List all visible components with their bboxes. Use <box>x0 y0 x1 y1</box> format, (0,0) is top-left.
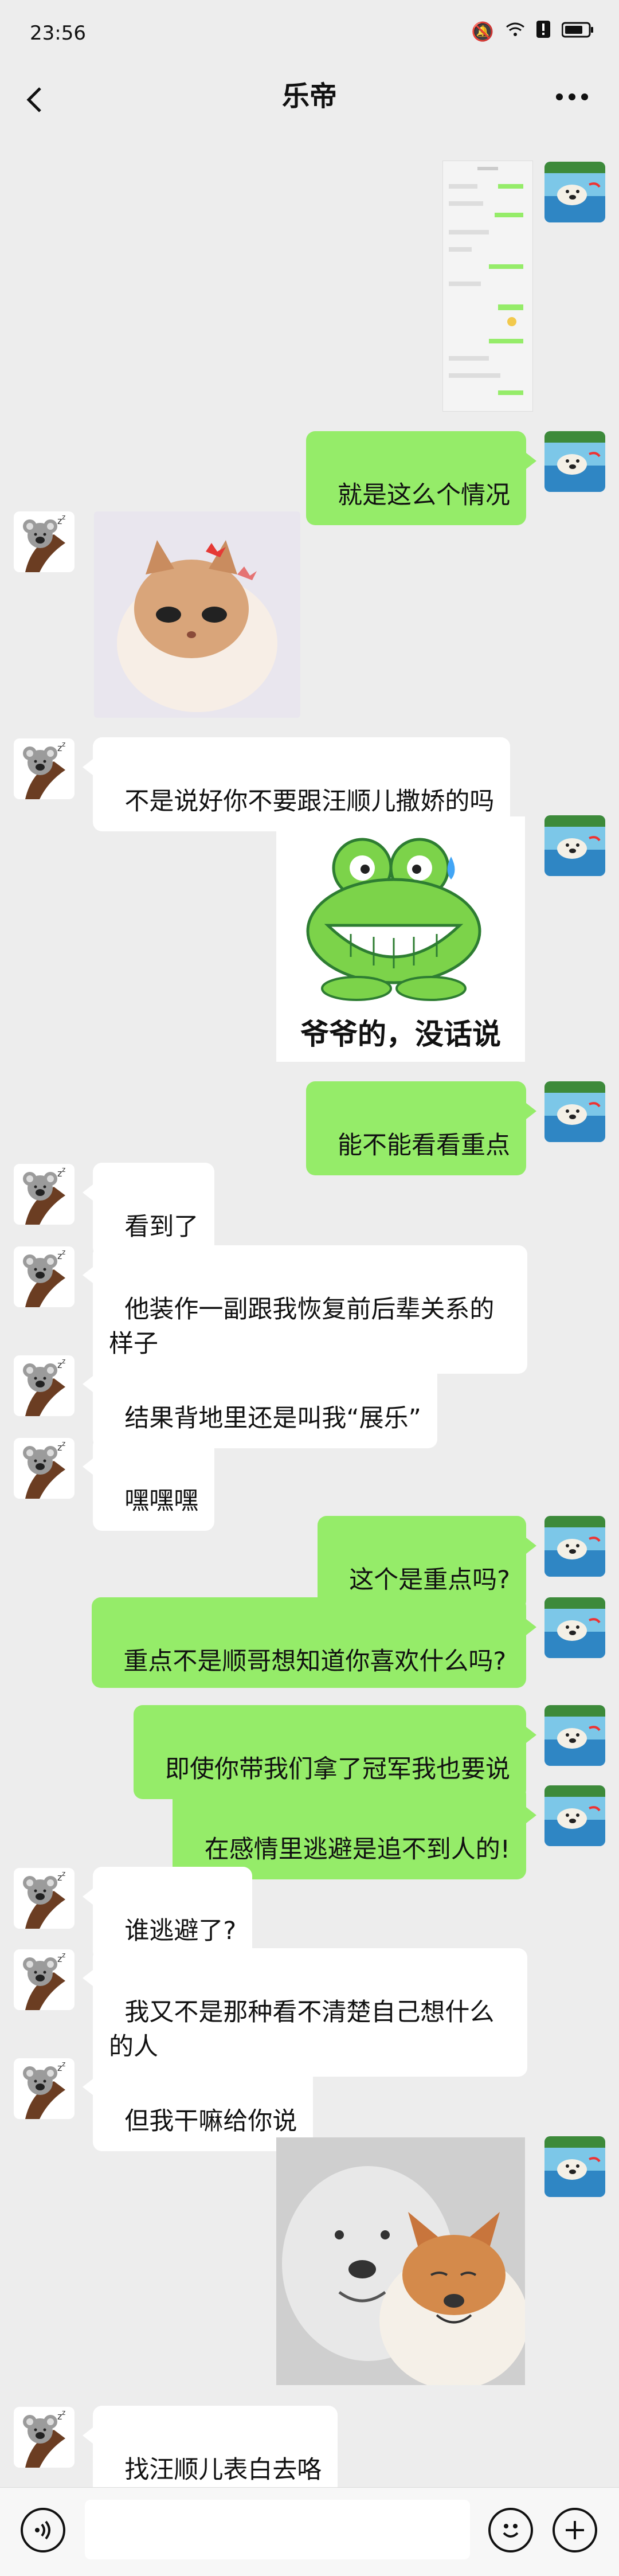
message-text: 我又不是那种看不清楚自己想什么 的人 <box>109 1998 495 2061</box>
alert-icon <box>536 21 550 42</box>
page-title: 乐帝 <box>281 80 337 112</box>
cat-sticker[interactable] <box>94 511 300 718</box>
status-icons: 🔕 <box>471 21 594 42</box>
message-text: 在感情里逃避是追不到人的! <box>204 1835 510 1864</box>
my-avatar[interactable] <box>544 1516 605 1577</box>
status-time: 23:56 <box>30 22 86 45</box>
message-text: 这个是重点吗? <box>349 1566 510 1594</box>
dogs-sticker[interactable] <box>276 2137 525 2385</box>
message-text: 但我干嘛给你说 <box>124 2107 297 2136</box>
contact-avatar[interactable] <box>14 1246 75 1307</box>
message-bubble[interactable]: 找汪顺儿表白去咯 <box>83 2406 338 2500</box>
emoji-icon[interactable] <box>488 2508 533 2552</box>
plus-icon[interactable] <box>553 2508 597 2552</box>
my-avatar[interactable] <box>544 1081 605 1142</box>
message-text: 能不能看看重点 <box>338 1131 510 1160</box>
more-icon[interactable] <box>555 75 589 108</box>
message-bubble[interactable]: 重点不是顺哥想知道你喜欢什么吗? <box>92 1597 536 1688</box>
contact-avatar[interactable] <box>14 1438 75 1499</box>
message-text: 谁逃避了? <box>124 1917 237 1945</box>
frog-sticker[interactable]: 爷爷的，没话说 <box>276 816 525 1062</box>
message-text: 不是说好你不要跟汪顺儿撒娇的吗 <box>124 787 495 816</box>
message-text: 看到了 <box>124 1213 199 1241</box>
wifi-icon <box>506 21 525 42</box>
my-avatar[interactable] <box>544 2136 605 2197</box>
contact-avatar[interactable] <box>14 1164 75 1225</box>
contact-avatar[interactable] <box>14 738 75 799</box>
message-bubble[interactable]: 结果背地里还是叫我“展乐” <box>83 1354 437 1448</box>
message-text: 重点不是顺哥想知道你喜欢什么吗? <box>123 1647 507 1676</box>
message-text: 找汪顺儿表白去咯 <box>124 2456 322 2484</box>
my-avatar[interactable] <box>544 431 605 492</box>
message-bubble[interactable]: 就是这么个情况 <box>305 431 536 525</box>
screenshot-image[interactable] <box>442 161 533 412</box>
message-text: 嘿嘿嘿 <box>124 1487 199 1515</box>
message-bubble[interactable]: 看到了 <box>83 1163 215 1257</box>
message-bubble[interactable]: 嘿嘿嘿 <box>83 1437 215 1531</box>
my-avatar[interactable] <box>544 162 605 222</box>
my-avatar[interactable] <box>544 1785 605 1846</box>
voice-icon[interactable] <box>21 2508 65 2552</box>
my-avatar[interactable] <box>544 1705 605 1766</box>
message-input[interactable] <box>85 2500 470 2559</box>
contact-avatar[interactable] <box>14 2407 75 2468</box>
contact-avatar[interactable] <box>14 511 75 572</box>
mute-icon: 🔕 <box>471 21 494 42</box>
sticker-caption: 爷爷的，没话说 <box>300 1018 501 1051</box>
message-bubble[interactable]: 能不能看看重点 <box>305 1081 536 1175</box>
contact-avatar[interactable] <box>14 1868 75 1929</box>
contact-avatar[interactable] <box>14 1949 75 2010</box>
message-text: 他装作一副跟我恢复前后辈关系的 样子 <box>109 1295 495 1358</box>
my-avatar[interactable] <box>544 815 605 876</box>
message-text: 即使你带我们拿了冠军我也要说 <box>165 1755 510 1784</box>
message-text: 结果背地里还是叫我“展乐” <box>124 1404 421 1433</box>
battery-icon <box>561 21 594 42</box>
contact-avatar[interactable] <box>14 2058 75 2119</box>
message-bubble[interactable]: 在感情里逃避是追不到人的! <box>173 1785 536 1879</box>
message-bubble[interactable]: 这个是重点吗? <box>317 1516 536 1610</box>
message-text: 就是这么个情况 <box>338 481 510 510</box>
contact-avatar[interactable] <box>14 1355 75 1416</box>
my-avatar[interactable] <box>544 1597 605 1658</box>
message-bubble[interactable]: 谁逃避了? <box>83 1867 253 1961</box>
